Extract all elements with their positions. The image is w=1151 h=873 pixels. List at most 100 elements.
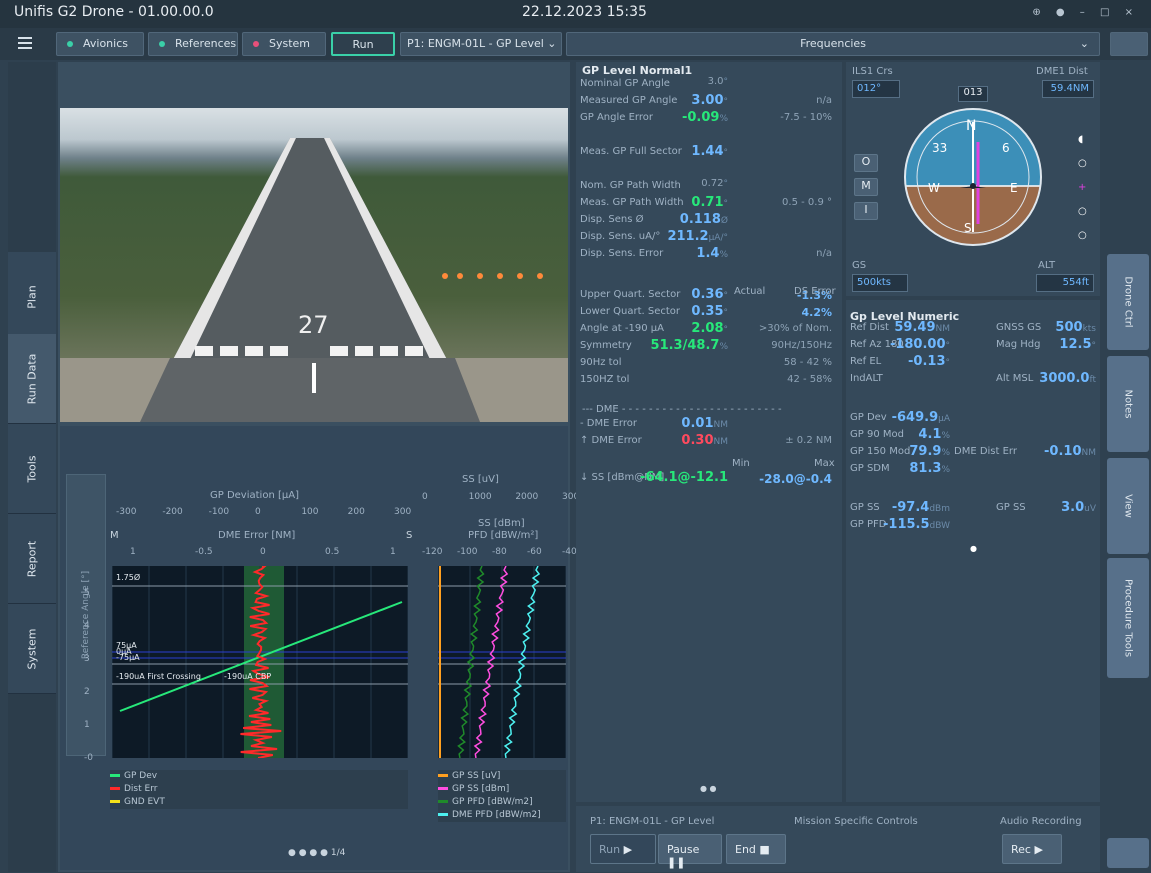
dme1-distance-field[interactable]: 59.4NM (1042, 80, 1094, 98)
gp-row-error: ± 0.2 NM (785, 435, 832, 446)
unit-label: NM (713, 437, 729, 447)
unit-label: % (941, 448, 950, 458)
s-label: S (406, 530, 413, 541)
drone-ctrl-tab[interactable]: Drone Ctrl (1107, 254, 1149, 350)
gp-row-value: 0.30NM (681, 433, 728, 448)
bottom-right-button[interactable] (1107, 838, 1149, 868)
frequencies-dropdown[interactable]: Frequencies ⌄ (566, 32, 1100, 56)
numeric-label: GP 90 Mod (850, 429, 904, 440)
ils1-label: ILS1 Crs (852, 66, 893, 77)
alt-label: ALT (1038, 260, 1056, 271)
record-button[interactable]: Rec ▶ (1002, 834, 1062, 864)
axis-tick-label: -120 (422, 547, 443, 557)
numeric-value: 81.3% (909, 461, 950, 476)
ground-speed-field[interactable]: 500kts (852, 274, 908, 292)
numeric-value: -115.5dBW (883, 517, 950, 532)
y-tick-label: 5 (84, 588, 90, 598)
legend-item: Dist Err (110, 783, 408, 796)
outer-marker-button[interactable]: O (854, 154, 878, 172)
window-controls[interactable]: ⊕ ● – □ × (1032, 7, 1139, 18)
gp-row-label: Symmetry (580, 340, 632, 351)
gp-row-value: -0.09% (681, 110, 728, 125)
middle-marker-button[interactable]: M (854, 178, 878, 196)
notes-tab[interactable]: Notes (1107, 356, 1149, 452)
unit-label: % (719, 342, 728, 352)
gp-row-label: Disp. Sens Ø (580, 214, 644, 225)
nav-tab-report[interactable]: Report (8, 514, 56, 604)
gp-row: Angle at -190 µA 2.08° >30% of Nom. (576, 321, 836, 339)
legend-swatch (438, 774, 448, 777)
gp-row-error: 4.2% (801, 306, 832, 319)
numeric-value: 3.0uV (1061, 500, 1096, 515)
legend-right: GP SS [uV] GP SS [dBm] GP PFD [dBW/m2] D… (438, 770, 566, 822)
axis-tick-label: -300 (116, 507, 137, 517)
numeric-label: GP PFD (850, 519, 887, 530)
nav-tab-plan[interactable]: Plan (8, 252, 56, 342)
run-toggle-button[interactable]: Run (331, 32, 395, 56)
menu-icon[interactable] (18, 37, 32, 49)
heading-readout: 013 (958, 86, 988, 102)
gp-row: ↓ SS [dBm@NM] -64.1@-12.1 -28.0@-0.4 (576, 470, 836, 488)
procedure-select[interactable]: P1: ENGM-01L - GP Level ⌄ (400, 32, 562, 56)
pager[interactable]: ● ● ● ● 1/4 (288, 848, 345, 858)
run-button[interactable]: Run ▶ (590, 834, 656, 864)
gp-row-label: Measured GP Angle (580, 95, 678, 106)
gp-row-label: Nominal GP Angle (580, 78, 670, 89)
gp-row-label: Meas. GP Path Width (580, 197, 684, 208)
nav-tab-tools[interactable]: Tools (8, 424, 56, 514)
status-dot-icon (159, 41, 165, 47)
nav-tab-run-data[interactable]: Run Data (8, 334, 56, 424)
chart-annotation: 1.75Ø (116, 572, 140, 582)
dme-error-title: DME Error [NM] (218, 530, 296, 541)
right-navigation: Drone Ctrl Notes View Procedure Tools (1107, 62, 1151, 872)
gp-row-error: -28.0@-0.4 (759, 472, 832, 486)
numeric-pager[interactable]: ● (970, 544, 977, 553)
legend-swatch (110, 774, 120, 777)
gp-row-value: 2.08° (691, 321, 728, 336)
numeric-label: GP SDM (850, 463, 890, 474)
ss-uv-ticks: 0 1000 2000 3000 (422, 492, 585, 504)
y-tick-label: 1 (84, 720, 90, 730)
ils1-course-field[interactable]: 012° (852, 80, 900, 98)
axis-tick-label: -60 (527, 547, 542, 557)
references-button[interactable]: References (148, 32, 238, 56)
svg-text:6: 6 (1002, 141, 1010, 155)
axis-tick-label: 200 (347, 507, 365, 517)
numeric-label: Ref Dist (850, 322, 889, 333)
gp-row: 90Hz tol 58 - 42 % (576, 357, 836, 373)
procedure-tools-tab[interactable]: Procedure Tools (1107, 558, 1149, 678)
avionics-button[interactable]: Avionics (56, 32, 144, 56)
pfd-title: PFD [dBW/m²] (468, 530, 539, 541)
nav-tab-system[interactable]: System (8, 604, 56, 694)
top-right-button[interactable] (1110, 32, 1148, 56)
unit-label: NM (935, 324, 951, 334)
axis-tick-label: 1000 (468, 492, 492, 502)
inner-marker-button[interactable]: I (854, 202, 878, 220)
gp-row-value: 211.2μA/° (667, 229, 728, 244)
altitude-field[interactable]: 554ft (1036, 274, 1094, 292)
svg-text:27: 27 (298, 311, 329, 339)
numeric-value: 3000.0ft (1039, 371, 1096, 386)
numeric-label: GP Dev (850, 412, 887, 423)
end-button[interactable]: End ■ (726, 834, 786, 864)
svg-text:E: E (1010, 181, 1018, 195)
unit-label: ° (945, 358, 951, 368)
panel-pager[interactable]: ● ● (700, 784, 717, 793)
gp-panel-title: GP Level Normal1 (582, 64, 693, 77)
numeric-panel: Gp Level Numeric Ref Dist 59.49NM GNSS GS 5… (846, 300, 1100, 802)
gp-level-panel: GP Level Normal1 Nominal GP Angle 3.0° Mea… (576, 62, 842, 802)
numeric-label: Alt MSL (996, 373, 1034, 384)
view-tab[interactable]: View (1107, 458, 1149, 554)
legend-swatch (438, 800, 448, 803)
gp-deviation-title: GP Deviation [µA] (210, 490, 299, 501)
unit-label: µA (938, 414, 950, 424)
unit-label: % (941, 431, 950, 441)
svg-text:33: 33 (932, 141, 947, 155)
unit-label: ° (945, 341, 951, 351)
system-button[interactable]: System (242, 32, 326, 56)
gp-row-label: Nom. GP Path Width (580, 180, 681, 191)
pause-button[interactable]: Pause ❚❚ (658, 834, 722, 869)
unit-label: ° (723, 148, 729, 158)
gp-row-error: 42 - 58% (787, 374, 832, 385)
numeric-value: 4.1% (918, 427, 950, 442)
